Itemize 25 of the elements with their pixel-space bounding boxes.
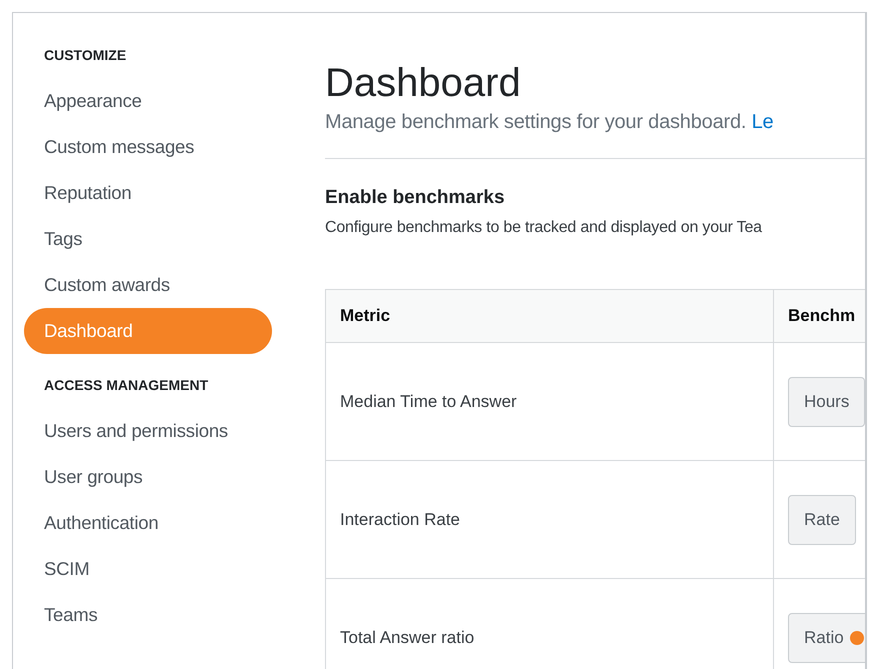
metric-cell: Median Time to Answer bbox=[326, 342, 774, 460]
unit-dropdown[interactable]: Rate bbox=[788, 494, 856, 544]
sidebar-item[interactable]: Appearance bbox=[24, 78, 275, 124]
learn-more-link[interactable]: Le bbox=[752, 111, 774, 133]
metric-cell: Interaction Rate bbox=[326, 460, 774, 578]
sidebar-item[interactable]: Tags bbox=[24, 216, 275, 262]
unit-dropdown[interactable]: Ratio bbox=[788, 612, 865, 662]
section-title: Enable benchmarks bbox=[325, 187, 506, 209]
page-subtitle: Manage benchmark settings for your dashboard. bbox=[325, 111, 746, 133]
sidebar-item[interactable]: User groups bbox=[24, 454, 275, 500]
page-title: Dashboard bbox=[325, 60, 522, 107]
sidebar-heading: CUSTOMIZE bbox=[43, 46, 128, 64]
sidebar-item[interactable]: Teams bbox=[24, 592, 275, 638]
sidebar-item[interactable]: Users and permissions bbox=[24, 408, 275, 454]
sidebar-item[interactable]: Reputation bbox=[24, 170, 275, 216]
metric-cell: Total Answer ratio bbox=[326, 578, 774, 669]
column-header: Benchm bbox=[774, 290, 865, 342]
sidebar-item[interactable]: Custom messages bbox=[24, 124, 275, 170]
column-header: Metric bbox=[326, 290, 774, 342]
sidebar-heading: ACCESS MANAGEMENT bbox=[43, 376, 210, 394]
unit-dropdown[interactable]: Hours bbox=[788, 376, 865, 426]
section-description: Configure benchmarks to be tracked and displayed on your Tea bbox=[325, 219, 763, 237]
sidebar-item[interactable]: Custom awards bbox=[24, 262, 275, 308]
sidebar-item[interactable]: Authentication bbox=[24, 500, 275, 546]
sidebar-item[interactable]: SCIM bbox=[24, 546, 275, 592]
